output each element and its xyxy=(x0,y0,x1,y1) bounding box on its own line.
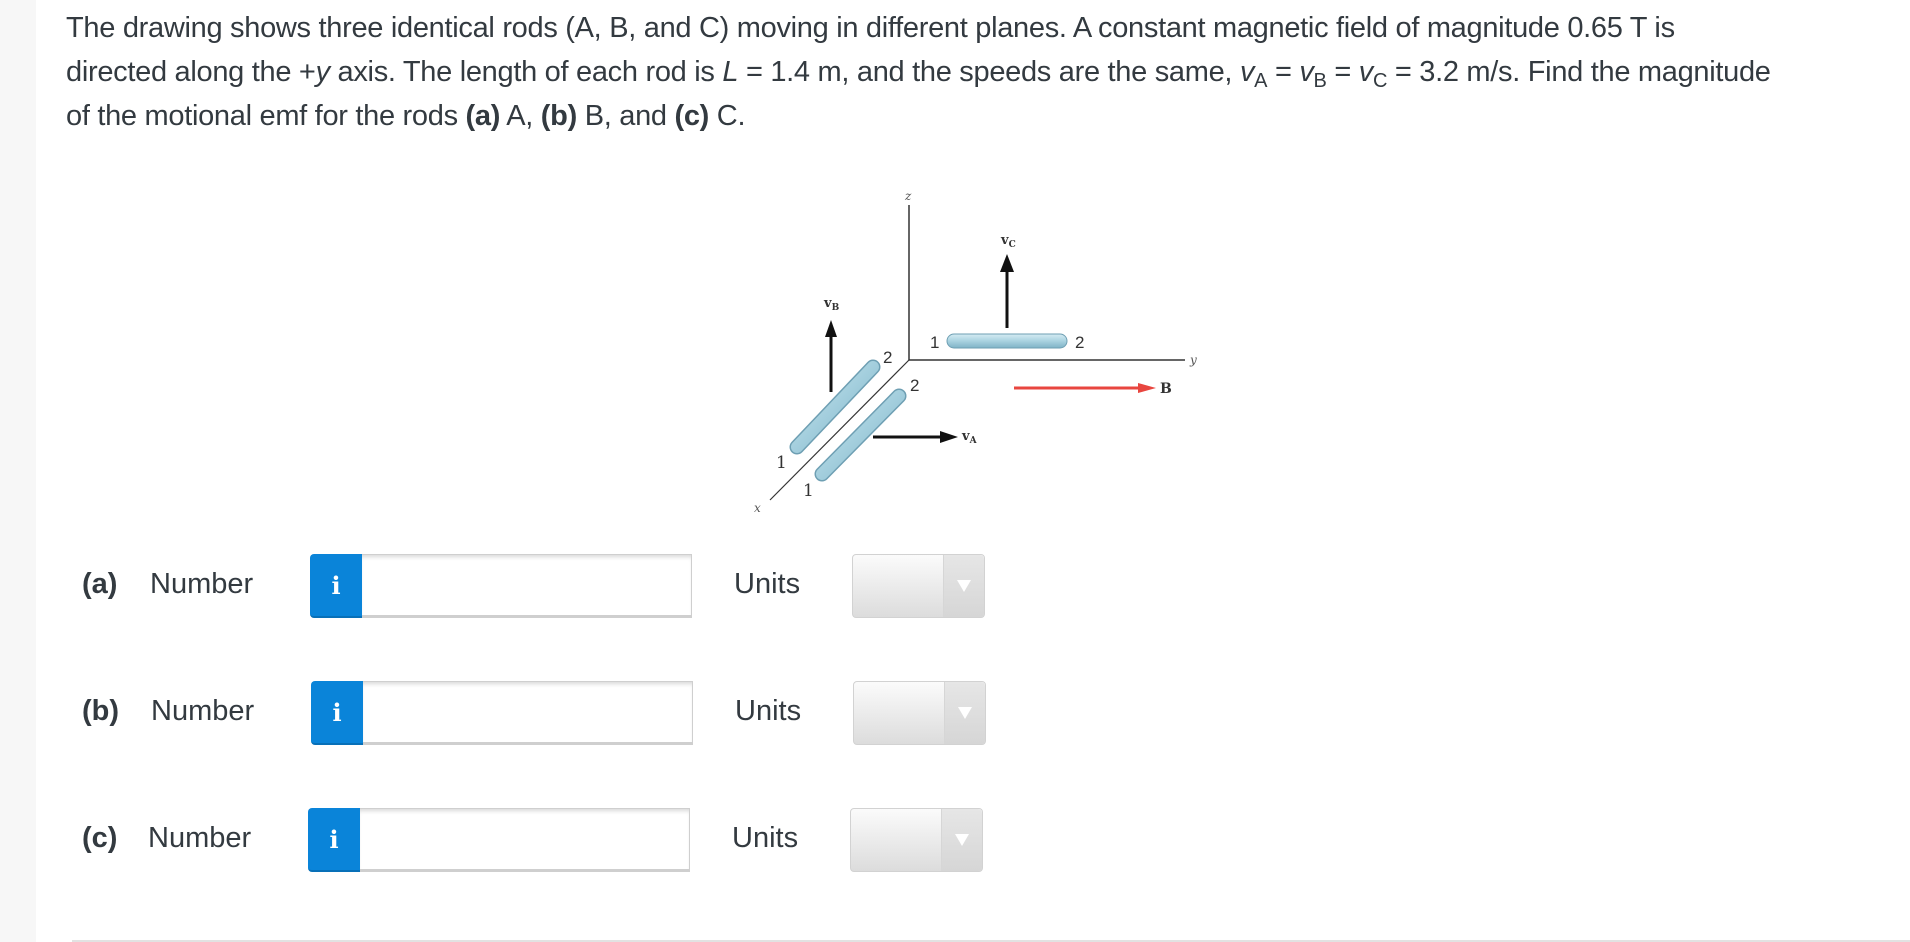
number-label: Number xyxy=(151,695,255,727)
info-icon: i xyxy=(329,824,339,854)
units-select-c[interactable] xyxy=(850,808,983,872)
v-var: v xyxy=(1299,56,1314,88)
question-text: The drawing shows three identical rods (… xyxy=(66,6,1906,138)
sub-B: B xyxy=(1313,70,1327,92)
answer-row-a: (a) Number i Units xyxy=(0,554,1000,620)
equals: = xyxy=(1326,56,1359,88)
question-line-1: The drawing shows three identical rods (… xyxy=(66,6,1906,50)
y-axis-label: y xyxy=(1189,353,1197,367)
chevron-down-icon xyxy=(955,834,969,846)
units-select-a[interactable] xyxy=(852,554,985,618)
text: = 3.2 m/s. Find the magnitude xyxy=(1387,56,1771,88)
rod-a-end-1: 1 xyxy=(803,481,814,501)
chevron-down-icon xyxy=(958,707,972,719)
vc-label: vC xyxy=(1000,233,1016,250)
text: of the motional emf for the rods xyxy=(66,100,466,132)
number-input-b[interactable] xyxy=(363,681,693,745)
info-button[interactable]: i xyxy=(308,808,360,872)
rod-b-end-1: 1 xyxy=(776,453,787,473)
L-var: L xyxy=(722,56,739,88)
text: directed along the + xyxy=(66,56,316,88)
info-button[interactable]: i xyxy=(311,681,363,745)
vb-arrow-head xyxy=(825,320,837,337)
units-label: Units xyxy=(734,568,801,600)
vb-label: vB xyxy=(823,296,840,313)
va-arrow-head xyxy=(940,431,958,443)
info-icon: i xyxy=(331,570,341,600)
question-line-3: of the motional emf for the rods (a) A, … xyxy=(66,94,1906,138)
rod-c-end-2: 2 xyxy=(1075,333,1084,352)
number-label: Number xyxy=(150,568,254,600)
v-var: v xyxy=(1239,56,1255,88)
units-select-b[interactable] xyxy=(853,681,986,745)
info-icon: i xyxy=(332,697,342,727)
rod-c-end-1: 1 xyxy=(930,333,939,352)
x-axis xyxy=(769,359,910,501)
question-line-2: directed along the +y axis. The length o… xyxy=(66,50,1906,94)
number-label: Number xyxy=(148,822,252,854)
answer-row-c: (c) Number i Units xyxy=(0,808,1000,874)
info-button[interactable]: i xyxy=(310,554,362,618)
chevron-down-icon xyxy=(957,580,971,592)
x-axis-label: x xyxy=(754,501,761,515)
text: = 1.4 m, and the speeds are the same, xyxy=(738,56,1240,88)
rods-diagram: z y x 1 2 vC 1 2 vB 1 2 vA B xyxy=(754,189,1197,515)
sub-A: A xyxy=(1254,70,1268,92)
part-a-ref: (a) xyxy=(465,100,501,132)
dropdown-toggle[interactable] xyxy=(944,682,985,744)
text: A, xyxy=(500,100,541,132)
equals: = xyxy=(1267,56,1300,88)
part-label: (b) xyxy=(82,695,120,727)
y-var: y xyxy=(315,56,331,88)
dropdown-toggle[interactable] xyxy=(941,809,982,871)
rod-b-end-2: 2 xyxy=(883,348,892,367)
vc-arrow-head xyxy=(1000,254,1014,272)
b-field-arrow-head xyxy=(1138,383,1156,393)
rod-c xyxy=(946,333,1068,349)
part-c-ref: (c) xyxy=(674,100,710,132)
number-input-a[interactable] xyxy=(362,554,692,618)
part-label: (a) xyxy=(82,568,118,600)
text: B, and xyxy=(576,100,675,132)
va-label: vA xyxy=(961,429,978,446)
part-b-ref: (b) xyxy=(540,100,577,132)
sub-C: C xyxy=(1372,70,1388,92)
left-gutter xyxy=(0,0,36,942)
answer-row-b: (b) Number i Units xyxy=(0,681,1000,747)
text: C. xyxy=(709,100,746,132)
text: axis. The length of each rod is xyxy=(329,56,723,88)
rod-a-end-2: 2 xyxy=(910,376,919,395)
dropdown-toggle[interactable] xyxy=(943,555,984,617)
v-var: v xyxy=(1358,56,1374,88)
part-label: (c) xyxy=(82,822,118,854)
units-label: Units xyxy=(735,695,802,727)
number-input-c[interactable] xyxy=(360,808,690,872)
units-label: Units xyxy=(732,822,799,854)
b-field-label: B xyxy=(1160,381,1172,397)
question-line-1-text: The drawing shows three identical rods (… xyxy=(66,12,1675,44)
z-axis-label: z xyxy=(904,189,912,203)
